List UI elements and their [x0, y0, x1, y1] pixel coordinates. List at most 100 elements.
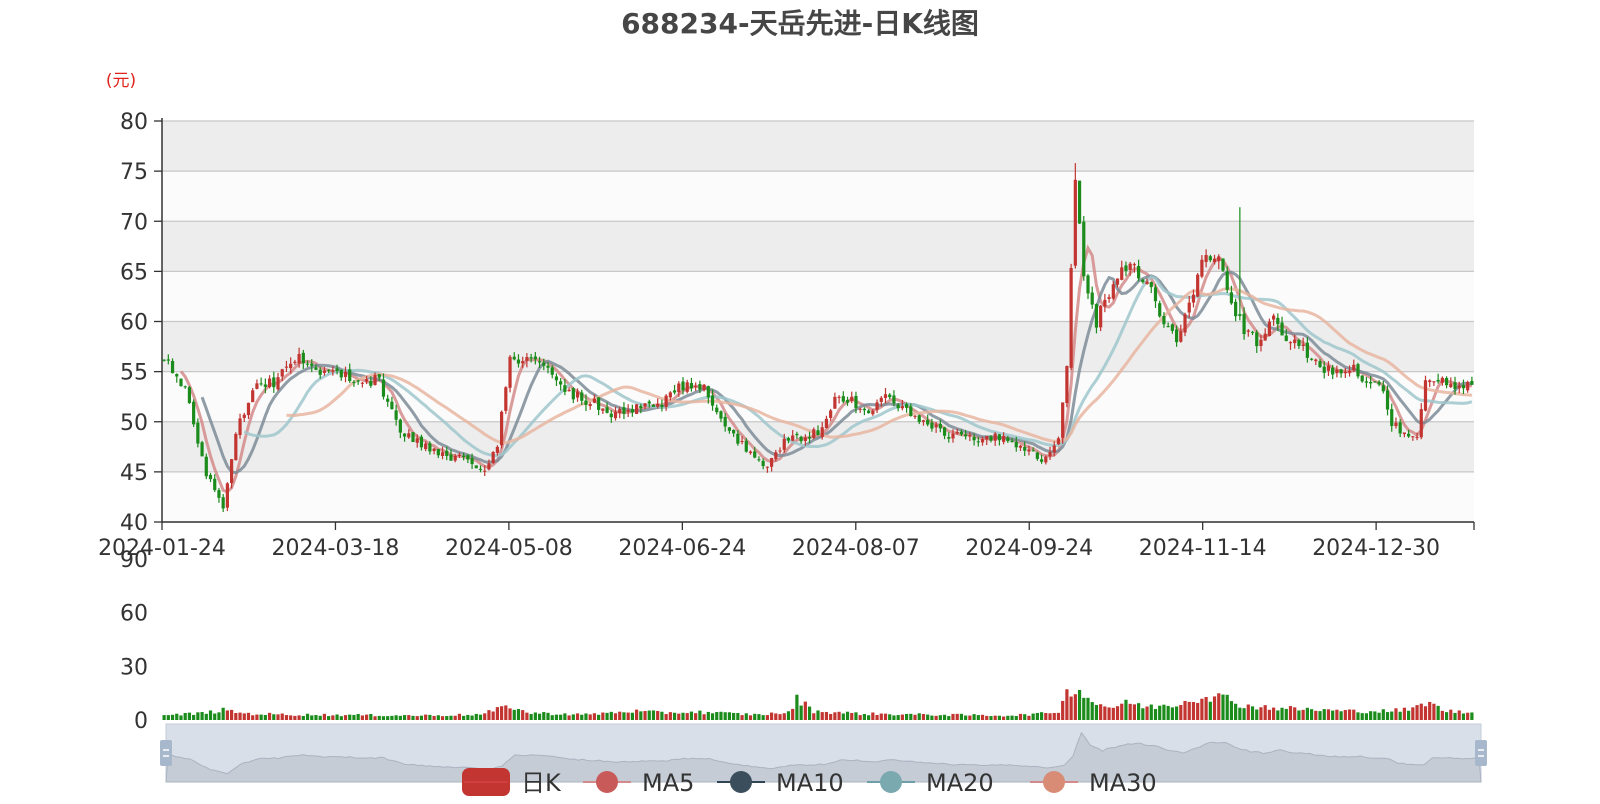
candle-body — [504, 387, 508, 411]
volume-bar — [1250, 706, 1255, 720]
candle-body — [1061, 402, 1065, 438]
candle-body — [862, 408, 867, 411]
volume-bar — [259, 714, 263, 720]
volume-bar — [394, 715, 398, 720]
candle-body — [1305, 342, 1309, 358]
candle-body — [1002, 435, 1006, 442]
y-tick-label: 65 — [120, 260, 148, 285]
candle-body — [1094, 304, 1099, 328]
candle-body — [761, 460, 765, 467]
legend-item-ma30[interactable]: MA30 — [1030, 769, 1157, 797]
candle-body — [225, 483, 229, 508]
x-tick-label: 2024-12-30 — [1312, 536, 1440, 561]
candle-body — [1373, 381, 1377, 383]
candle-body — [744, 440, 748, 452]
candle-body — [1432, 381, 1436, 383]
volume-bar — [559, 714, 563, 720]
candle-body — [537, 361, 542, 363]
volume-bar — [879, 713, 883, 720]
candle-body — [660, 404, 664, 407]
candle — [1077, 180, 1082, 224]
volume-bar — [672, 712, 677, 720]
volume-bar — [1347, 709, 1352, 720]
candle-body — [959, 431, 964, 435]
candle-body — [255, 383, 259, 389]
volume-bar-series — [162, 689, 1474, 720]
candle-body — [1196, 274, 1200, 297]
volume-bar — [1411, 707, 1415, 720]
candle-body — [1141, 279, 1145, 283]
candle-body — [162, 359, 166, 361]
volume-bar — [858, 715, 862, 720]
candle-body — [1035, 452, 1039, 459]
candle-body — [542, 362, 546, 366]
candle-body — [1238, 314, 1242, 316]
candle-body — [276, 377, 280, 390]
candle-body — [192, 401, 196, 425]
candle-body — [381, 379, 386, 397]
candle — [1082, 215, 1086, 281]
volume-bar — [748, 715, 753, 720]
candle-body — [394, 410, 398, 420]
legend-item-ma20[interactable]: MA20 — [867, 769, 994, 797]
candle-body — [1082, 221, 1086, 277]
candle-body — [896, 404, 900, 409]
volume-bar — [204, 713, 208, 720]
legend-item-ma10[interactable]: MA10 — [717, 769, 844, 797]
volume-bar — [618, 711, 622, 720]
candle-body — [871, 410, 875, 415]
zoom-left-handle[interactable] — [160, 740, 172, 766]
candle-body — [1044, 456, 1048, 463]
candle-body — [449, 454, 453, 461]
candle-body — [1031, 450, 1035, 452]
volume-bar — [947, 716, 951, 720]
candle-body — [1322, 366, 1326, 373]
candle — [1158, 300, 1162, 318]
volume-bar — [1457, 710, 1461, 720]
volume-bar — [1124, 699, 1128, 720]
volume-bar — [1428, 701, 1432, 720]
candle-body — [858, 408, 862, 410]
volume-bar — [546, 712, 550, 720]
volume-bar — [398, 715, 402, 720]
volume-bar — [816, 710, 820, 720]
volume-bar — [432, 715, 436, 720]
candle-body — [732, 429, 736, 434]
volume-bar — [1339, 711, 1343, 720]
volume-bar — [512, 709, 516, 720]
volume-bar — [1208, 701, 1212, 720]
volume-bar — [208, 710, 213, 720]
volume-bar — [689, 711, 694, 720]
volume-bar — [1162, 704, 1166, 720]
candle-body — [1356, 364, 1360, 377]
volume-bar — [381, 716, 386, 720]
volume-bar — [854, 712, 858, 720]
candle-body — [234, 433, 238, 461]
volume-bar — [723, 712, 727, 720]
candle-body — [1023, 447, 1027, 451]
candle-body — [791, 435, 795, 441]
candle-body — [668, 392, 672, 398]
volume-bar — [1297, 710, 1301, 720]
zoom-right-handle[interactable] — [1475, 740, 1487, 766]
volume-bar — [1381, 709, 1385, 720]
candle — [504, 386, 508, 414]
candle-body — [1099, 305, 1103, 328]
volume-bar — [196, 712, 200, 720]
volume-bar — [888, 714, 892, 720]
candle-body — [765, 466, 769, 468]
volume-bar — [871, 712, 875, 720]
candle-body — [681, 381, 685, 391]
grid-band — [162, 221, 1474, 272]
volume-bar — [411, 715, 415, 720]
date-x-axis: 2024-01-24 2024-03-18 2024-05-08 2024-06-24… — [98, 521, 1475, 561]
candle-body — [769, 458, 774, 467]
candle-body — [491, 452, 495, 464]
volume-tick-label: 90 — [120, 548, 148, 573]
candle-body — [972, 436, 976, 441]
volume-bar — [230, 709, 234, 720]
volume-bar — [293, 715, 297, 720]
volume-bar — [187, 712, 192, 720]
candle-body — [1284, 335, 1288, 341]
candle-body — [1090, 292, 1094, 305]
